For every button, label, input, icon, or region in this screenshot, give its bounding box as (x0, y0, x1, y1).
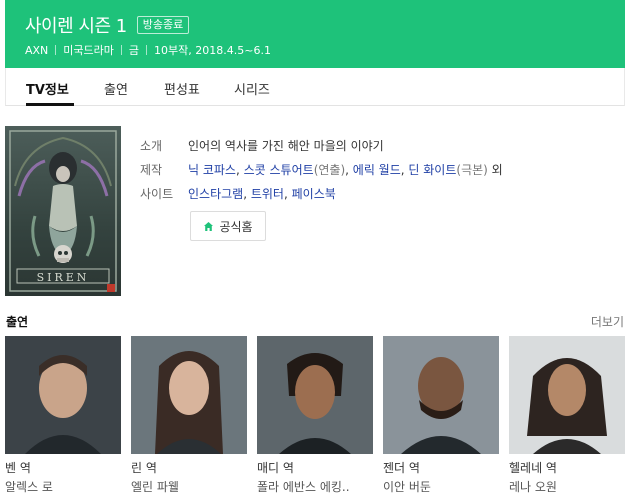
poster-image[interactable]: SIREN (5, 126, 121, 296)
production-person-link[interactable]: 스콧 스튜어트 (244, 163, 314, 177)
cast-photo[interactable] (509, 336, 625, 454)
production-person-link[interactable]: 딘 화이트 (408, 163, 456, 177)
synopsis-text: 인어의 역사를 가진 해안 마을의 이야기 (188, 138, 384, 153)
home-icon (203, 221, 214, 232)
site-row: 사이트 인스타그램, 트위터, 페이스북 (140, 181, 503, 205)
show-info: 소개 인어의 역사를 가진 해안 마을의 이야기 제작 닉 코파스, 스콧 스튜… (140, 133, 503, 205)
production-person-link[interactable]: 에릭 월드 (353, 163, 401, 177)
cast-photo[interactable] (257, 336, 373, 454)
official-home-button[interactable]: 공식홈 (190, 211, 266, 241)
cast-card[interactable]: 헬레네 역 레나 오원 (509, 336, 625, 494)
day-text: 금 (128, 44, 140, 57)
role-note: (극본) (456, 162, 488, 177)
etc-text: 외 (487, 162, 503, 177)
cast-card[interactable]: 매디 역 폴라 에반스 에킹.. (257, 336, 373, 494)
more-link[interactable]: 더보기 (591, 313, 624, 330)
cast-actor-link[interactable]: 폴라 에반스 에킹.. (257, 480, 373, 494)
active-tab-indicator (26, 103, 74, 106)
facebook-link[interactable]: 페이스북 (292, 187, 336, 201)
separator: , (235, 162, 244, 177)
site-list: 인스타그램, 트위터, 페이스북 (188, 185, 336, 202)
separator: , (283, 186, 292, 201)
cast-actor-link[interactable]: 이안 버둔 (383, 480, 499, 494)
cast-actor-link[interactable]: 엘린 파웰 (131, 480, 247, 494)
title-header: 사이렌 시즌 1 방송종료 AXN 미국드라마 금 10부작, 2018.4.5… (5, 0, 625, 68)
cast-role: 린 역 (131, 461, 157, 475)
poster-art: SIREN (5, 126, 121, 296)
cast-card[interactable]: 벤 역 알렉스 로 (5, 336, 121, 494)
official-home-label: 공식홈 (219, 219, 253, 234)
synopsis-label: 소개 (140, 138, 163, 153)
separator: , (345, 162, 353, 177)
separator: , (243, 186, 251, 201)
cast-role: 헬레네 역 (509, 461, 557, 475)
tab-series[interactable]: 시리즈 (234, 79, 270, 98)
channel-text: AXN (25, 43, 49, 57)
title-row: 사이렌 시즌 1 방송종료 (25, 12, 190, 38)
cast-card[interactable]: 젠더 역 이안 버둔 (383, 336, 499, 494)
poster-title-text: SIREN (37, 271, 90, 284)
cast-photo[interactable] (383, 336, 499, 454)
divider (146, 45, 148, 55)
cast-photo[interactable] (5, 336, 121, 454)
site-label: 사이트 (140, 186, 174, 201)
broadcast-meta: AXN 미국드라마 금 10부작, 2018.4.5~6.1 (25, 42, 271, 58)
genre-text: 미국드라마 (63, 44, 114, 57)
tab-bar: TV정보 출연 편성표 시리즈 (5, 68, 625, 106)
tab-cast[interactable]: 출연 (104, 79, 128, 98)
page-title[interactable]: 사이렌 시즌 1 (25, 12, 127, 38)
production-row: 제작 닉 코파스, 스콧 스튜어트(연출), 에릭 월드, 딘 화이트(극본) … (140, 157, 503, 181)
twitter-link[interactable]: 트위터 (251, 187, 284, 201)
synopsis-row: 소개 인어의 역사를 가진 해안 마을의 이야기 (140, 133, 503, 157)
divider (120, 45, 122, 55)
status-badge: 방송종료 (136, 16, 190, 34)
cast-card[interactable]: 린 역 엘린 파웰 (131, 336, 247, 494)
role-note: (연출) (313, 162, 346, 177)
cast-role: 벤 역 (5, 461, 31, 475)
cast-photo[interactable] (131, 336, 247, 454)
tab-schedule[interactable]: 편성표 (164, 79, 200, 98)
episodes-text: 10부작, 2018.4.5~6.1 (154, 44, 271, 57)
production-list: 닉 코파스, 스콧 스튜어트(연출), 에릭 월드, 딘 화이트(극본) 외 (188, 161, 503, 178)
divider (55, 45, 57, 55)
tab-tv-info[interactable]: TV정보 (26, 79, 69, 98)
cast-section-title: 출연 (6, 315, 29, 329)
cast-actor-link[interactable]: 알렉스 로 (5, 480, 121, 494)
cast-role: 젠더 역 (383, 461, 420, 475)
cast-role: 매디 역 (257, 461, 294, 475)
production-label: 제작 (140, 162, 163, 177)
production-person-link[interactable]: 닉 코파스 (188, 163, 236, 177)
instagram-link[interactable]: 인스타그램 (188, 187, 243, 201)
cast-actor-link[interactable]: 레나 오원 (509, 480, 625, 494)
